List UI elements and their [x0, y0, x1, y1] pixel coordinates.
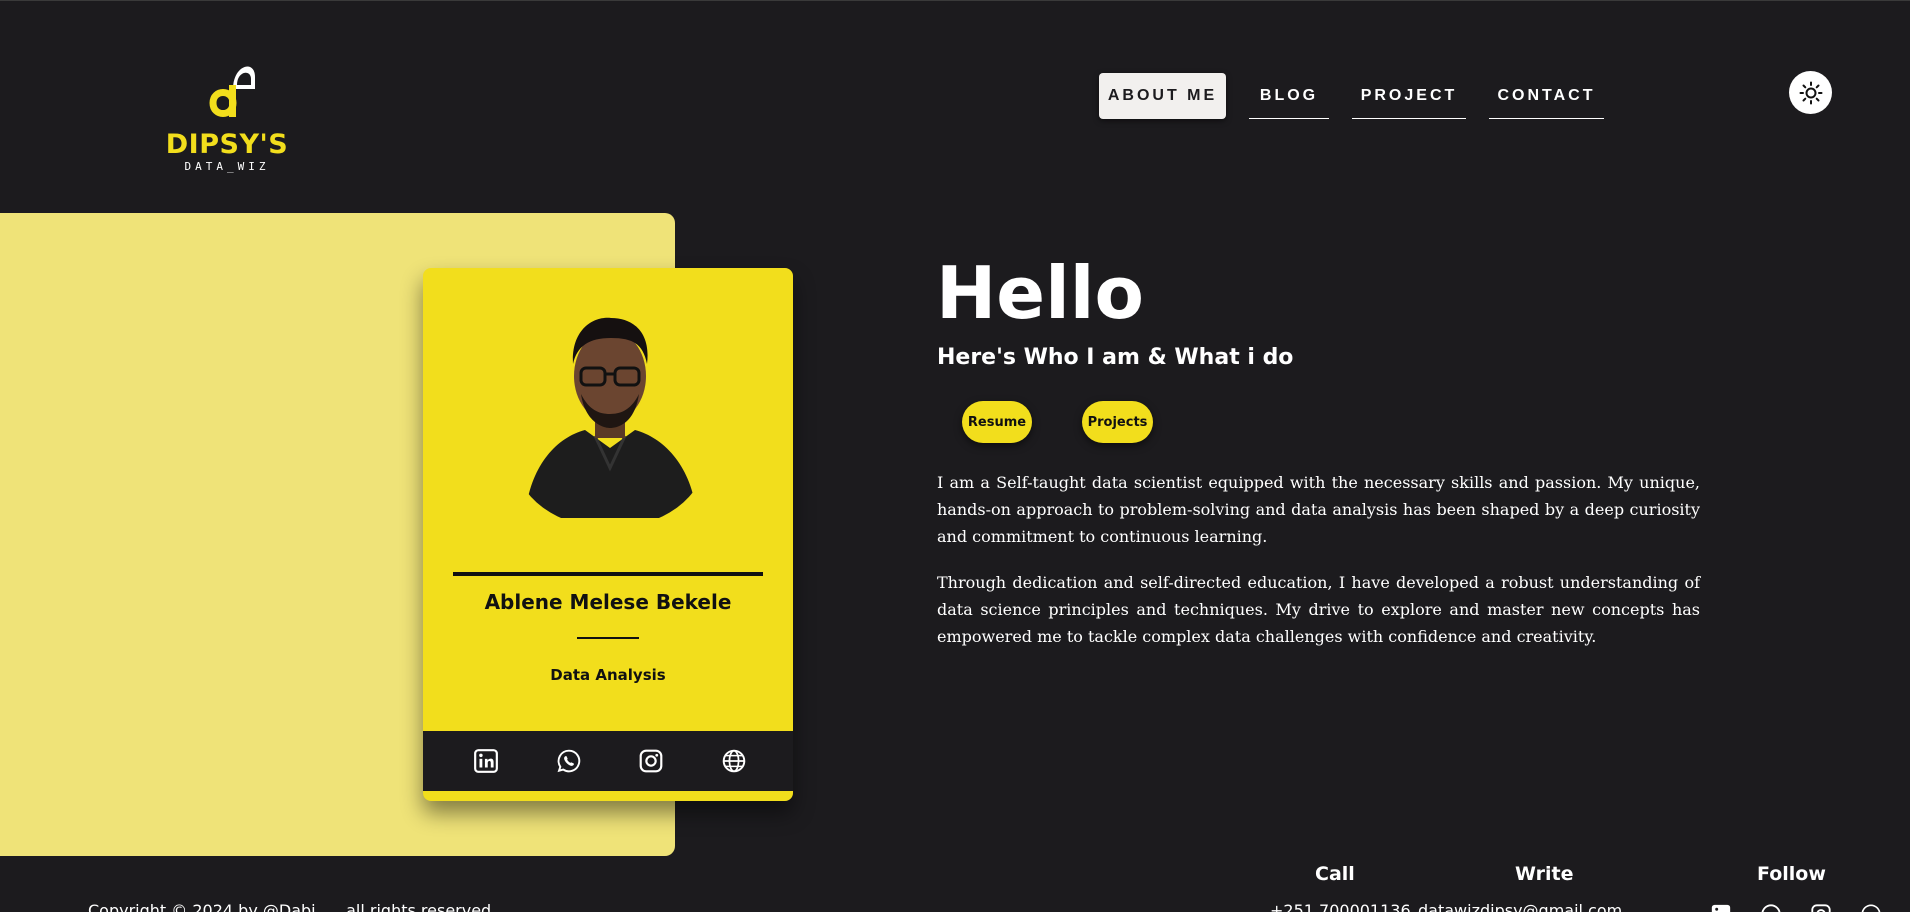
site-logo[interactable]: DIPSY'S DATA_WIZ — [162, 55, 292, 175]
whatsapp-icon[interactable] — [553, 745, 585, 777]
avatar — [525, 317, 697, 518]
footer-social-icons — [1708, 901, 1884, 912]
page: DIPSY'S DATA_WIZ ABOUT ME BLOG PROJECT C… — [0, 0, 1910, 912]
nav-project[interactable]: PROJECT — [1352, 73, 1466, 119]
logo-subtitle: DATA_WIZ — [184, 160, 270, 173]
theme-toggle-button[interactable] — [1789, 71, 1832, 114]
hero-title: Hello — [936, 251, 1144, 335]
footer-email[interactable]: datawizdipsy@gmail.com — [1418, 901, 1622, 912]
profile-name: Ablene Melese Bekele — [484, 590, 732, 614]
sun-icon — [1799, 81, 1822, 104]
profile-card: Ablene Melese Bekele Data Analysis — [423, 268, 793, 801]
card-separator-line — [453, 572, 763, 576]
footer-follow-heading: Follow — [1757, 863, 1826, 885]
resume-button[interactable]: Resume — [962, 401, 1032, 443]
card-social-bar — [423, 731, 793, 791]
nav-blog[interactable]: BLOG — [1249, 73, 1329, 119]
card-divider — [577, 637, 639, 639]
instagram-icon[interactable] — [635, 745, 667, 777]
bio-paragraph-2: Through dedication and self-directed edu… — [937, 573, 1700, 646]
logo-title: DIPSY'S — [165, 129, 289, 160]
footer-copyright: Copyright © 2024 by @Dabi. ... all right… — [88, 901, 497, 912]
linkedin-icon[interactable] — [470, 745, 502, 777]
hero-subtitle: Here's Who I am & What i do — [937, 345, 1294, 370]
linkedin-icon[interactable] — [1708, 901, 1734, 912]
footer-phone[interactable]: +251 700001136 — [1270, 901, 1411, 912]
nav-contact[interactable]: CONTACT — [1489, 73, 1604, 119]
bio-paragraph-1: I am a Self-taught data scientist equipp… — [937, 473, 1700, 546]
logo-mark-icon — [209, 66, 255, 117]
instagram-icon[interactable] — [1808, 901, 1834, 912]
profile-role: Data Analysis — [550, 666, 666, 684]
projects-button[interactable]: Projects — [1082, 401, 1153, 443]
footer-write-heading: Write — [1515, 863, 1574, 885]
globe-icon[interactable] — [1858, 901, 1884, 912]
whatsapp-icon[interactable] — [1758, 901, 1784, 912]
nav-about-me[interactable]: ABOUT ME — [1099, 73, 1226, 119]
footer-call-heading: Call — [1315, 863, 1355, 885]
main-nav: ABOUT ME BLOG PROJECT CONTACT — [1099, 73, 1604, 119]
globe-icon[interactable] — [718, 745, 750, 777]
